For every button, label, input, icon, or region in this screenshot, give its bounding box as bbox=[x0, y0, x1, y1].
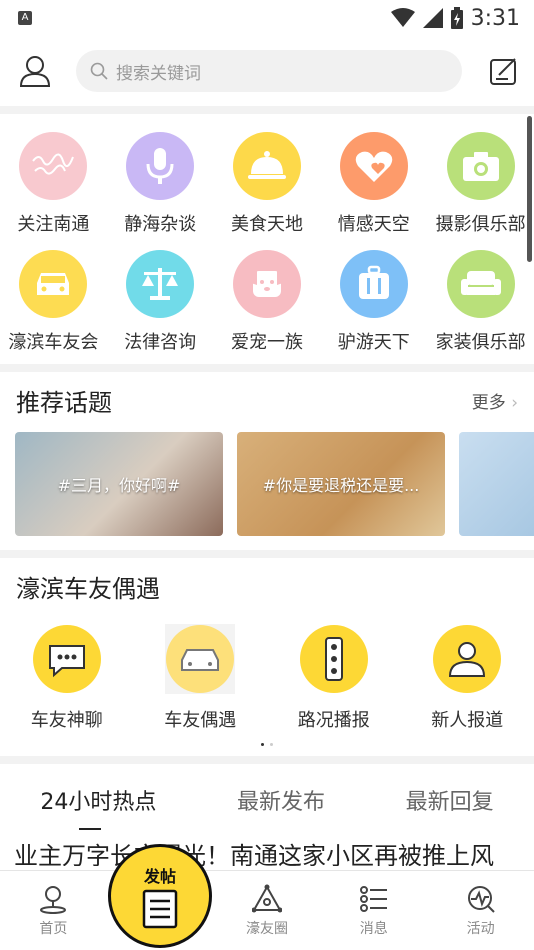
meet-item[interactable]: 车友神聊 bbox=[0, 624, 134, 732]
camera-icon bbox=[446, 132, 515, 200]
meet-header: 濠滨车友偶遇 bbox=[0, 558, 534, 614]
nav-label: 活动 bbox=[466, 920, 495, 937]
chat-bubble-icon bbox=[32, 625, 101, 693]
more-link[interactable]: 更多 › bbox=[472, 388, 518, 413]
category-label: 美食天地 bbox=[230, 214, 303, 235]
suitcase-icon bbox=[339, 250, 408, 318]
category-item[interactable]: 摄影俱乐部 bbox=[427, 132, 534, 236]
post-button[interactable]: 发帖 bbox=[108, 844, 212, 948]
nav-circle[interactable]: 濠友圈 bbox=[214, 871, 321, 950]
car-meet-icon bbox=[165, 624, 236, 694]
category-label: 家装俱乐部 bbox=[435, 332, 526, 353]
topic-card[interactable]: #你是要退税还是要... bbox=[237, 432, 445, 536]
tab-24h-hot[interactable]: 24小时热点 bbox=[40, 784, 156, 816]
meet-grid: 车友神聊 车友偶遇 路况播报 新人报道 bbox=[0, 614, 534, 732]
category-label: 摄影俱乐部 bbox=[435, 214, 526, 235]
category-label: 关注南通 bbox=[17, 214, 90, 235]
hearts-icon bbox=[339, 132, 408, 200]
category-label: 驴游天下 bbox=[337, 332, 410, 353]
network-icon bbox=[251, 884, 282, 912]
nav-messages[interactable]: 消息 bbox=[320, 871, 427, 950]
search-icon bbox=[90, 62, 108, 80]
category-item[interactable]: 美食天地 bbox=[214, 132, 321, 236]
category-label: 静海杂谈 bbox=[124, 214, 197, 235]
section-title: 推荐话题 bbox=[16, 388, 112, 417]
page-dot-active bbox=[261, 742, 264, 746]
dog-icon bbox=[232, 250, 301, 318]
category-item[interactable]: 家装俱乐部 bbox=[427, 250, 534, 354]
category-label: 法律咨询 bbox=[124, 332, 197, 353]
category-label: 情感天空 bbox=[337, 214, 410, 235]
meet-label: 车友神聊 bbox=[30, 710, 103, 731]
search-placeholder: 搜索关键词 bbox=[116, 63, 201, 84]
category-item[interactable]: 法律咨询 bbox=[107, 250, 214, 354]
headline[interactable]: 业主万字长文曝光！南通这家小区再被推上风 bbox=[0, 836, 534, 866]
chevron-right-icon: › bbox=[505, 392, 518, 413]
category-item[interactable]: 濠滨车友会 bbox=[0, 250, 107, 354]
search-input[interactable]: 搜索关键词 bbox=[76, 50, 462, 92]
status-bar: A 3:31 bbox=[0, 0, 534, 36]
scrollbar[interactable] bbox=[527, 116, 532, 262]
divider bbox=[0, 364, 534, 372]
post-label: 发帖 bbox=[143, 867, 176, 886]
meet-item[interactable]: 新人报道 bbox=[401, 624, 534, 732]
page-dot bbox=[270, 742, 273, 746]
sofa-icon bbox=[446, 250, 515, 318]
topic-label: #三月，你好啊# bbox=[57, 476, 181, 495]
feed-tabs: 24小时热点 最新发布 最新回复 bbox=[0, 764, 534, 836]
topic-card[interactable]: #三月，你好啊# bbox=[15, 432, 223, 536]
topic-card[interactable]: #外 bbox=[459, 432, 534, 536]
nav-label: 首页 bbox=[39, 920, 68, 937]
message-list-icon bbox=[359, 885, 387, 912]
battery-icon bbox=[450, 7, 463, 29]
tab-latest-posts[interactable]: 最新发布 bbox=[237, 784, 325, 816]
divider bbox=[0, 106, 534, 114]
category-label: 濠滨车友会 bbox=[8, 332, 99, 353]
scales-icon bbox=[126, 250, 195, 318]
clock: 3:31 bbox=[470, 5, 520, 31]
person-icon bbox=[433, 625, 502, 693]
car-icon bbox=[19, 250, 88, 318]
microphone-icon bbox=[126, 132, 195, 200]
food-cloche-icon bbox=[232, 132, 301, 200]
bottom-nav: 首页 濠友圈 消息 活动 bbox=[0, 870, 534, 950]
nav-events[interactable]: 活动 bbox=[427, 871, 534, 950]
notification-a-icon: A bbox=[18, 11, 32, 25]
divider bbox=[0, 550, 534, 558]
divider bbox=[0, 756, 534, 764]
meet-label: 路况播报 bbox=[297, 710, 370, 731]
recommended-header: 推荐话题 更多 › bbox=[0, 372, 534, 428]
more-label: 更多 bbox=[471, 392, 506, 413]
category-item[interactable]: 驴游天下 bbox=[320, 250, 427, 354]
signal-icon bbox=[422, 8, 443, 28]
top-bar: 搜索关键词 bbox=[0, 36, 534, 106]
handwriting-logo-icon bbox=[19, 132, 88, 200]
topic-carousel[interactable]: #三月，你好啊# #你是要退税还是要... #外 bbox=[0, 428, 534, 550]
category-grid: 关注南通 静海杂谈 美食天地 情感天空 摄影俱乐部 濠滨车友会 法律咨询 爱宠一… bbox=[0, 114, 534, 364]
activity-icon bbox=[467, 885, 495, 913]
nav-label: 消息 bbox=[359, 920, 388, 937]
compose-icon[interactable] bbox=[490, 57, 518, 85]
document-icon bbox=[142, 889, 178, 929]
meet-item[interactable]: 路况播报 bbox=[267, 624, 401, 732]
tab-indicator bbox=[79, 828, 101, 830]
category-item[interactable]: 静海杂谈 bbox=[107, 132, 214, 236]
topic-label: #你是要退税还是要... bbox=[262, 476, 420, 495]
meet-item[interactable]: 车友偶遇 bbox=[134, 624, 268, 732]
category-item[interactable]: 情感天空 bbox=[320, 132, 427, 236]
nav-home[interactable]: 首页 bbox=[0, 871, 107, 950]
page-indicator bbox=[0, 732, 534, 756]
wifi-icon bbox=[390, 8, 415, 27]
traffic-light-icon bbox=[299, 625, 368, 693]
section-title: 濠滨车友偶遇 bbox=[16, 574, 160, 603]
category-item[interactable]: 爱宠一族 bbox=[214, 250, 321, 354]
tab-latest-replies[interactable]: 最新回复 bbox=[406, 784, 494, 816]
category-label: 爱宠一族 bbox=[230, 332, 303, 353]
meet-label: 新人报道 bbox=[431, 710, 504, 731]
meet-label: 车友偶遇 bbox=[164, 710, 237, 731]
nav-label: 濠友圈 bbox=[245, 920, 288, 937]
user-profile-icon[interactable] bbox=[20, 55, 50, 87]
home-pin-icon bbox=[40, 885, 67, 914]
category-item[interactable]: 关注南通 bbox=[0, 132, 107, 236]
